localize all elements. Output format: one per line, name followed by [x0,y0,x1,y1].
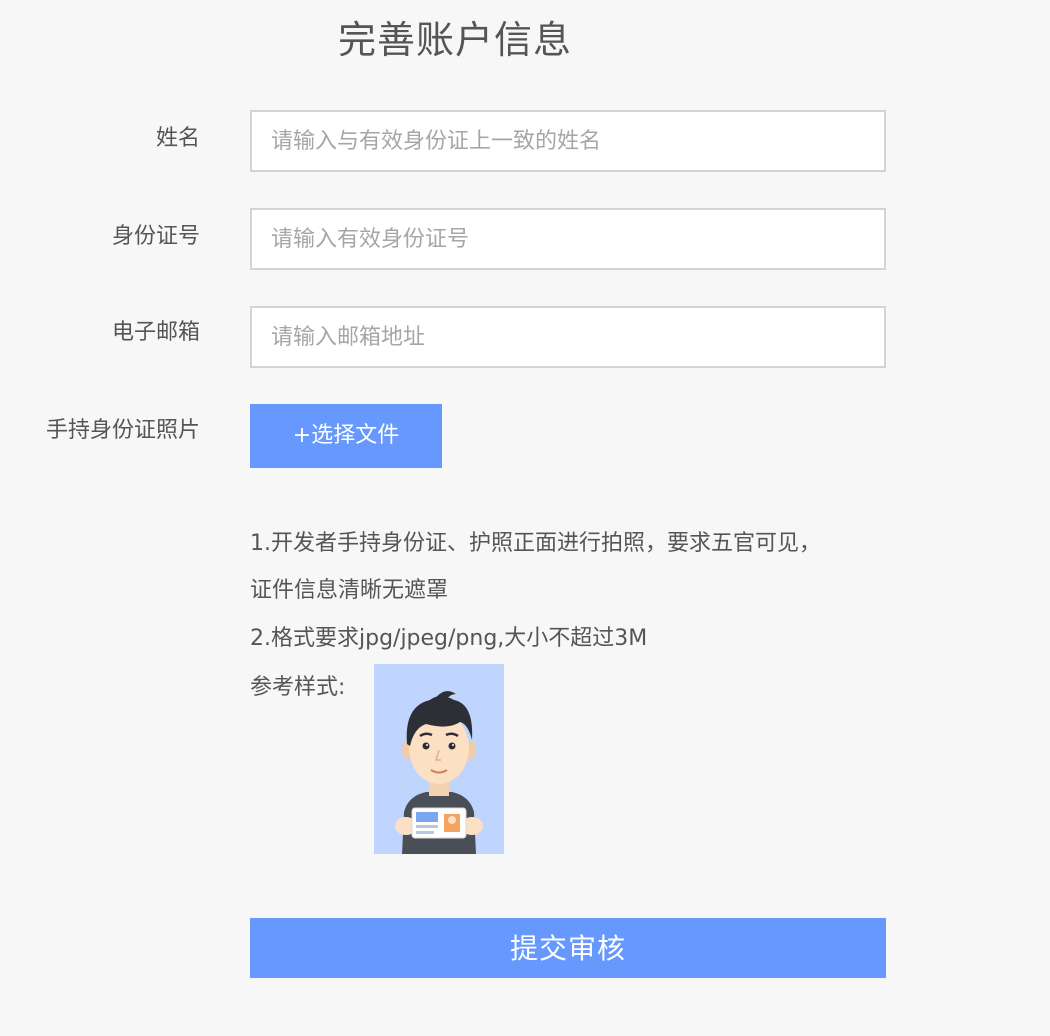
person-holding-id-icon [395,691,483,854]
instruction-line-2: 证件信息清晰无遮罩 [250,578,449,603]
id-number-label: 身份证号 [111,224,200,249]
instruction-line-3: 2.格式要求jpg/jpeg/png,大小不超过3M [250,626,648,651]
name-input[interactable] [250,110,886,172]
name-label: 姓名 [155,126,200,151]
id-photo-label: 手持身份证照片 [45,418,200,443]
account-info-page: 完善账户信息 姓名 身份证号 电子邮箱 手持身份证照片 +选择文件 1.开发者手… [0,0,1050,1036]
email-label: 电子邮箱 [111,320,200,345]
page-title: 完善账户信息 [338,18,573,62]
instruction-line-1: 1.开发者手持身份证、护照正面进行拍照，要求五官可见， [250,531,821,556]
submit-review-button[interactable]: 提交审核 [250,918,886,978]
choose-file-button[interactable]: +选择文件 [250,404,442,468]
sample-photo-illustration [374,664,504,854]
sample-label: 参考样式: [250,675,346,700]
email-input[interactable] [250,306,886,368]
id-number-input[interactable] [250,208,886,270]
